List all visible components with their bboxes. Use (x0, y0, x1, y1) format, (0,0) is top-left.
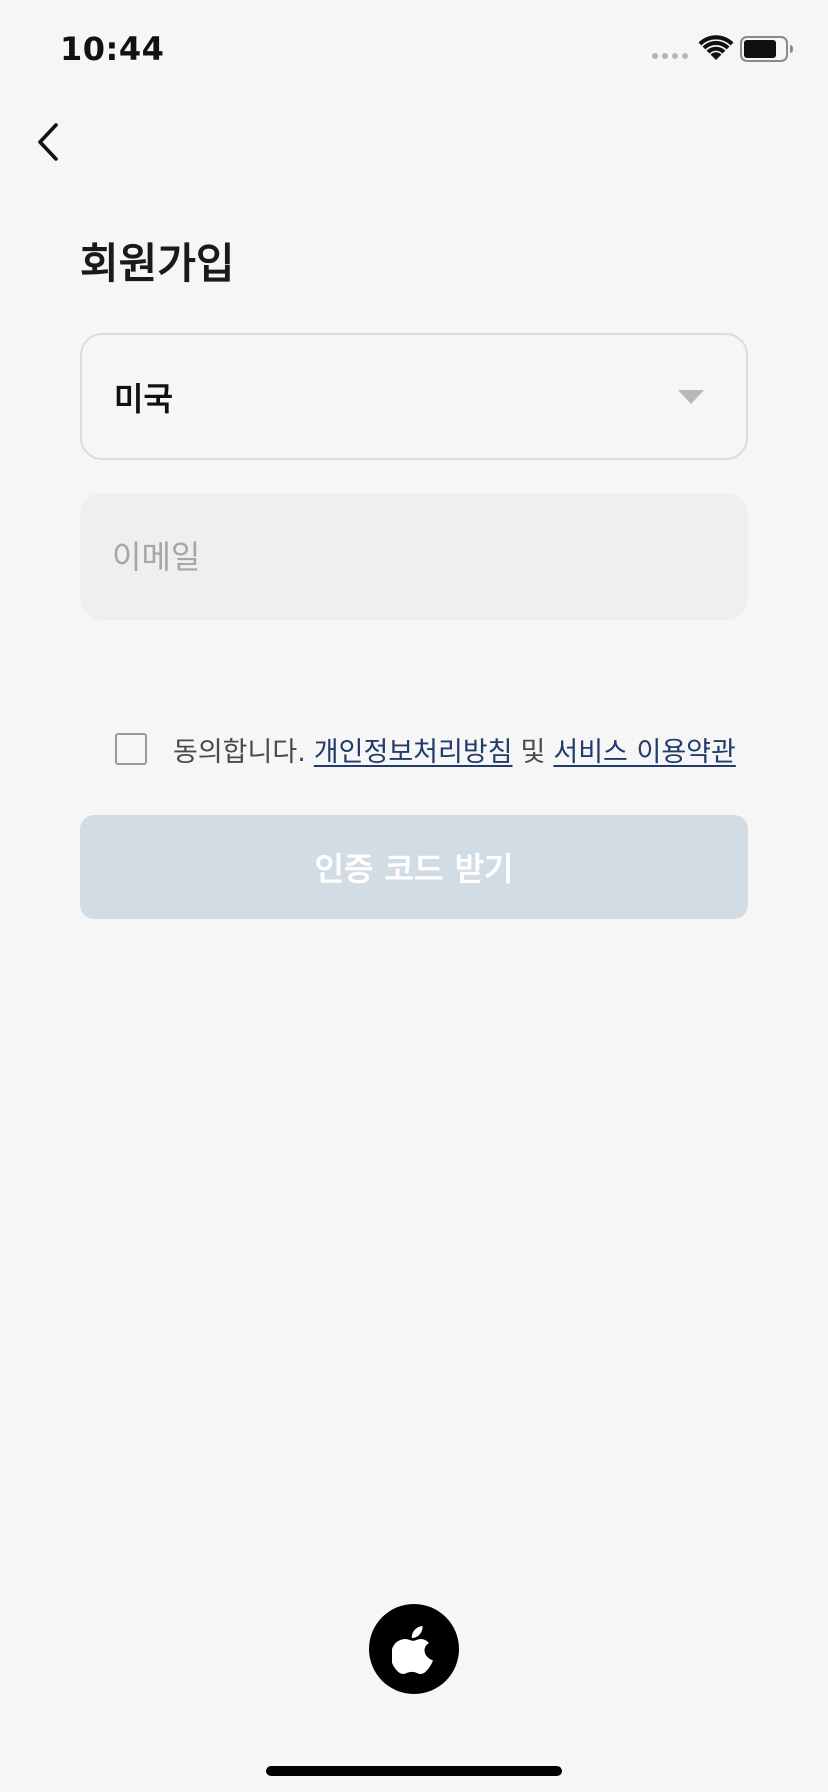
chevron-down-icon (678, 389, 704, 404)
wifi-icon (698, 35, 734, 60)
page-title: 회원가입 (80, 239, 235, 288)
agreement-prefix: 동의합니다. (173, 736, 306, 768)
apple-icon (392, 1626, 433, 1674)
privacy-policy-link[interactable]: 개인정보처리방침 (314, 730, 513, 769)
terms-of-service-link[interactable]: 서비스 이용약관 (553, 730, 735, 769)
get-verification-code-button[interactable]: 인증 코드 받기 (80, 815, 748, 919)
apple-login-button[interactable] (369, 1604, 459, 1694)
status-bar: 10:44 (0, 0, 828, 100)
agree-checkbox[interactable] (115, 733, 147, 765)
back-button[interactable] (18, 112, 78, 172)
status-time: 10:44 (60, 30, 165, 68)
chevron-left-icon (38, 123, 58, 161)
battery-icon (740, 36, 793, 62)
country-select[interactable]: 미국 (80, 333, 748, 460)
agreement-row: 동의합니다. 개인정보처리방침 및 서비스 이용약관 (115, 730, 736, 769)
country-select-value: 미국 (114, 379, 173, 418)
cellular-signal-icon (652, 53, 688, 59)
home-indicator (266, 1766, 562, 1776)
signup-screen: 10:44 회원가입 미국 동의합니다. 개인정보처리 (0, 0, 828, 1792)
email-field[interactable] (80, 493, 748, 620)
agreement-separator: 및 (520, 736, 546, 768)
